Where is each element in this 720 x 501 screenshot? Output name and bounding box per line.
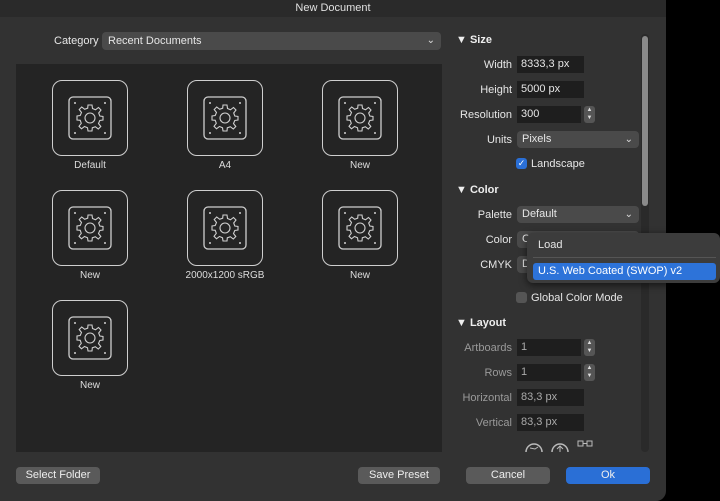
landscape-label: Landscape <box>531 158 585 170</box>
preset-label: New <box>349 270 370 281</box>
global-color-mode-label: Global Color Mode <box>531 292 623 304</box>
scrollbar-thumb[interactable] <box>642 36 648 206</box>
vertical-field[interactable]: 83,3 px <box>517 414 584 431</box>
resolution-label: Resolution <box>460 109 512 121</box>
width-field[interactable]: 8333,3 px <box>517 56 584 73</box>
horizontal-field[interactable]: 83,3 px <box>517 389 584 406</box>
preset-grid: Default A4 New New 2000x1200 sRGB New New <box>16 64 442 452</box>
preset-label: New <box>349 160 370 171</box>
preset-label: New <box>79 270 100 281</box>
cmyk-profile-dropdown-menu: Load U.S. Web Coated (SWOP) v2 <box>527 233 720 283</box>
disclosure-triangle-icon: ▼ <box>456 34 467 46</box>
size-section-header[interactable]: ▼ Size <box>456 34 492 46</box>
preset-item[interactable]: New <box>50 190 130 281</box>
preset-thumbnail <box>52 190 128 266</box>
artboards-label: Artboards <box>464 342 512 354</box>
units-select[interactable]: Pixels ⌄ <box>517 131 639 148</box>
save-preset-button[interactable]: Save Preset <box>358 467 440 484</box>
rows-stepper[interactable]: ▲ ▼ <box>584 364 595 381</box>
layout-section-header[interactable]: ▼ Layout <box>456 317 506 329</box>
color-section-header[interactable]: ▼ Color <box>456 184 499 196</box>
link-spacing-icon[interactable] <box>577 440 593 447</box>
ok-button[interactable]: Ok <box>566 467 650 484</box>
artboards-field[interactable]: 1 <box>517 339 581 356</box>
preset-item[interactable]: New <box>320 190 400 281</box>
vertical-label: Vertical <box>475 417 512 429</box>
category-label: Category <box>54 35 99 47</box>
category-select[interactable]: Recent Documents ⌄ <box>102 32 441 50</box>
preset-thumbnail <box>52 80 128 156</box>
chevron-down-icon: ⌄ <box>426 35 435 46</box>
palette-select[interactable]: Default ⌄ <box>517 206 639 223</box>
palette-label: Palette <box>477 209 512 221</box>
chevron-down-icon: ⌄ <box>624 134 633 145</box>
cancel-button[interactable]: Cancel <box>466 467 550 484</box>
units-label: Units <box>486 134 512 146</box>
select-folder-button[interactable]: Select Folder <box>16 467 100 484</box>
menu-item-swop[interactable]: U.S. Web Coated (SWOP) v2 <box>533 263 716 280</box>
preset-gear-icon <box>68 316 112 360</box>
preset-thumbnail <box>322 190 398 266</box>
color-label: Color <box>485 234 512 246</box>
preset-gear-icon <box>338 206 382 250</box>
layout-icons <box>525 440 593 452</box>
menu-divider <box>533 257 716 258</box>
width-label: Width <box>483 59 512 71</box>
preset-gear-icon <box>68 206 112 250</box>
arrange-up-icon[interactable] <box>551 443 569 452</box>
height-field[interactable]: 5000 px <box>517 81 584 98</box>
preset-label: 2000x1200 sRGB <box>185 270 265 281</box>
preset-item[interactable]: Default <box>50 80 130 171</box>
window-title: New Document <box>0 0 666 17</box>
preset-thumbnail <box>187 80 263 156</box>
rows-field[interactable]: 1 <box>517 364 581 381</box>
artboards-stepper[interactable]: ▲ ▼ <box>584 339 595 356</box>
preset-item[interactable]: New <box>50 300 130 391</box>
preset-gear-icon <box>338 96 382 140</box>
preset-gear-icon <box>203 206 247 250</box>
preset-gear-icon <box>203 96 247 140</box>
preset-item[interactable]: A4 <box>185 80 265 171</box>
preset-gear-icon <box>68 96 112 140</box>
preset-label: A4 <box>218 160 232 171</box>
chevron-down-icon: ⌄ <box>624 209 633 220</box>
disclosure-triangle-icon: ▼ <box>456 317 467 329</box>
resolution-field[interactable]: 300 <box>517 106 581 123</box>
preset-item[interactable]: 2000x1200 sRGB <box>185 190 265 281</box>
horizontal-label: Horizontal <box>462 392 512 404</box>
global-color-mode-checkbox[interactable] <box>516 292 527 303</box>
preset-thumbnail <box>322 80 398 156</box>
resolution-stepper[interactable]: ▲ ▼ <box>584 106 595 123</box>
disclosure-triangle-icon: ▼ <box>456 184 467 196</box>
category-value: Recent Documents <box>108 35 202 47</box>
preset-thumbnail <box>187 190 263 266</box>
preset-thumbnail <box>52 300 128 376</box>
preset-label: New <box>79 380 100 391</box>
rows-label: Rows <box>484 367 512 379</box>
preset-item[interactable]: New <box>320 80 400 171</box>
cmyk-label: CMYK <box>480 259 512 271</box>
menu-item-load[interactable]: Load <box>533 237 716 254</box>
arrange-direction-icon[interactable] <box>525 443 543 452</box>
height-label: Height <box>480 84 512 96</box>
landscape-checkbox[interactable]: ✓ <box>516 158 527 169</box>
preset-label: Default <box>74 160 106 171</box>
